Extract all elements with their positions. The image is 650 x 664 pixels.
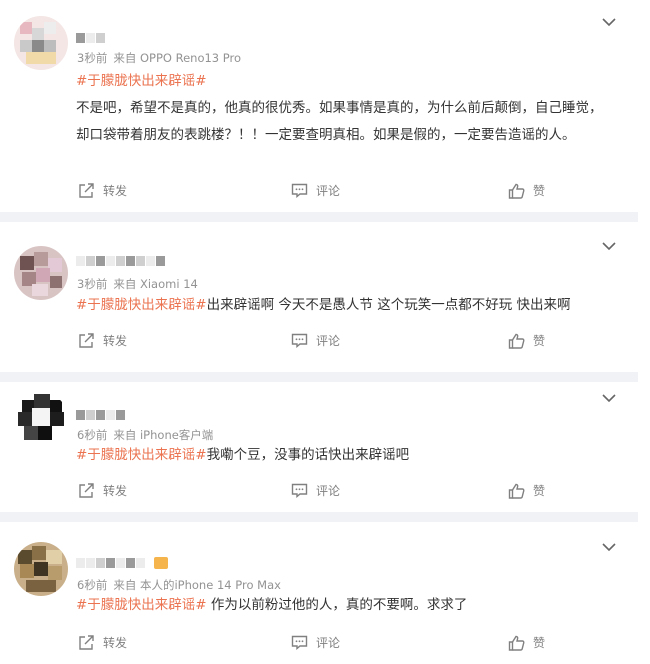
topic-hashtag[interactable]: #于朦胧快出来辟谣#: [76, 447, 207, 463]
like-label: 赞: [533, 484, 546, 498]
topic-hashtag[interactable]: #于朦胧快出来辟谣#: [76, 297, 207, 313]
thumbs-up-icon: [508, 333, 525, 349]
comment-source: 来自 Xiaomi 14: [113, 277, 198, 291]
comment-text: 不是吧，希望不是真的，他真的很优秀。如果事情是真的，为什么前后颠倒，自己睡觉，却…: [76, 100, 603, 143]
comment-icon: [291, 635, 308, 650]
action-bar: 转发 评论 赞: [0, 482, 638, 502]
comment-meta: 3秒前 来自 OPPO Reno13 Pro: [77, 50, 247, 66]
username-redacted[interactable]: [76, 254, 165, 268]
comment-meta: 6秒前 来自 iPhone客户端: [77, 427, 219, 443]
comment-card: 3秒前 来自 Xiaomi 14 #于朦胧快出来辟谣#出来辟谣啊 今天不是愚人节 …: [0, 222, 638, 372]
comment-source: 来自 本人的iPhone 14 Pro Max: [113, 578, 281, 592]
action-bar: 转发 评论 赞: [0, 332, 638, 352]
like-button[interactable]: 赞: [508, 182, 545, 199]
chevron-down-icon[interactable]: [602, 393, 616, 403]
comment-icon: [291, 333, 308, 348]
thumbs-up-icon: [508, 635, 525, 651]
avatar[interactable]: [14, 16, 68, 70]
comment-body: #于朦胧快出来辟谣# 作为以前粉过他的人，真的不要啊。求求了: [76, 592, 612, 619]
repost-button[interactable]: 转发: [78, 482, 127, 499]
vip-badge-icon: [154, 557, 168, 569]
thumbs-up-icon: [508, 483, 525, 499]
repost-label: 转发: [103, 184, 128, 198]
chevron-down-icon[interactable]: [602, 17, 616, 27]
card-separator: [0, 372, 638, 382]
repost-icon: [79, 332, 94, 348]
comment-body: #于朦胧快出来辟谣#出来辟谣啊 今天不是愚人节 这个玩笑一点都不好玩 快出来啊: [76, 292, 612, 319]
card-separator: [0, 212, 638, 222]
repost-button[interactable]: 转发: [78, 634, 127, 651]
comment-text: 出来辟谣啊 今天不是愚人节 这个玩笑一点都不好玩 快出来啊: [206, 297, 571, 313]
repost-label: 转发: [103, 484, 128, 498]
topic-hashtag[interactable]: #于朦胧快出来辟谣#: [76, 597, 207, 613]
comment-card: 6秒前 来自 iPhone客户端 #于朦胧快出来辟谣#我嘞个豆，没事的话快出来辟谣…: [0, 382, 638, 522]
avatar[interactable]: [14, 542, 68, 596]
action-bar: 转发 评论 赞: [0, 634, 638, 654]
comment-label: 评论: [316, 636, 341, 650]
repost-button[interactable]: 转发: [78, 332, 127, 349]
username-redacted[interactable]: [76, 408, 125, 422]
thumbs-up-icon: [508, 183, 525, 199]
comment-text: 作为以前粉过他的人，真的不要啊。求求了: [206, 597, 468, 613]
comment-label: 评论: [316, 334, 341, 348]
repost-icon: [79, 634, 94, 650]
comment-time: 6秒前: [77, 428, 108, 442]
username-redacted[interactable]: [76, 31, 105, 45]
comment-source: 来自 iPhone客户端: [113, 428, 214, 442]
comment-source: 来自 OPPO Reno13 Pro: [113, 51, 242, 65]
repost-icon: [79, 182, 94, 198]
comment-meta: 6秒前 来自 本人的iPhone 14 Pro Max: [77, 577, 287, 593]
card-separator: [0, 512, 638, 522]
comment-label: 评论: [316, 484, 341, 498]
comment-button[interactable]: 评论: [291, 634, 340, 651]
action-bar: 转发 评论 赞: [0, 182, 638, 202]
chevron-down-icon[interactable]: [602, 241, 616, 251]
repost-button[interactable]: 转发: [78, 182, 127, 199]
comment-body: #于朦胧快出来辟谣#我嘞个豆，没事的话快出来辟谣吧: [76, 442, 612, 469]
comment-time: 6秒前: [77, 578, 108, 592]
username-redacted[interactable]: [76, 556, 168, 570]
comment-time: 3秒前: [77, 51, 108, 65]
repost-label: 转发: [103, 636, 128, 650]
like-label: 赞: [533, 334, 546, 348]
repost-icon: [79, 482, 94, 498]
comment-button[interactable]: 评论: [291, 482, 340, 499]
like-label: 赞: [533, 636, 546, 650]
comment-icon: [291, 483, 308, 498]
avatar[interactable]: [14, 246, 68, 300]
comment-label: 评论: [316, 184, 341, 198]
comment-body: #于朦胧快出来辟谣# 不是吧，希望不是真的，他真的很优秀。如果事情是真的，为什么…: [76, 68, 612, 149]
comment-button[interactable]: 评论: [291, 332, 340, 349]
chevron-down-icon[interactable]: [602, 542, 616, 552]
like-button[interactable]: 赞: [508, 634, 545, 651]
comment-feed: 3秒前 来自 OPPO Reno13 Pro #于朦胧快出来辟谣# 不是吧，希望不…: [0, 0, 650, 664]
comment-card: 3秒前 来自 OPPO Reno13 Pro #于朦胧快出来辟谣# 不是吧，希望不…: [0, 0, 638, 212]
comment-button[interactable]: 评论: [291, 182, 340, 199]
avatar[interactable]: [14, 392, 68, 446]
like-label: 赞: [533, 184, 546, 198]
like-button[interactable]: 赞: [508, 482, 545, 499]
repost-label: 转发: [103, 334, 128, 348]
comment-card: 6秒前 来自 本人的iPhone 14 Pro Max #于朦胧快出来辟谣# 作为…: [0, 522, 638, 664]
comment-time: 3秒前: [77, 277, 108, 291]
comment-icon: [291, 183, 308, 198]
comment-text: 我嘞个豆，没事的话快出来辟谣吧: [206, 447, 410, 463]
topic-hashtag[interactable]: #于朦胧快出来辟谣#: [76, 73, 207, 89]
like-button[interactable]: 赞: [508, 332, 545, 349]
comment-meta: 3秒前 来自 Xiaomi 14: [77, 276, 204, 292]
